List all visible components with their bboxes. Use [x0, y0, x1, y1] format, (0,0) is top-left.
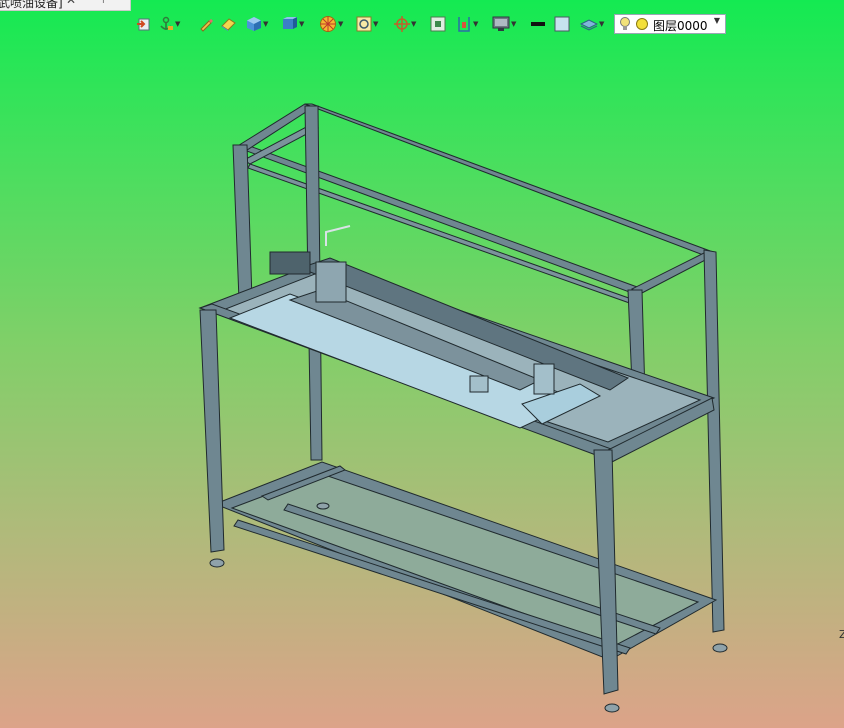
import-icon	[137, 18, 150, 31]
line-style-button[interactable]	[530, 12, 546, 36]
upright-back-right	[703, 249, 725, 633]
fill-color-icon	[554, 16, 570, 32]
layer-manager-dropdown[interactable]: ▼	[599, 20, 604, 28]
view-orientation-button[interactable]: ▼	[282, 12, 304, 36]
fit-view-icon	[430, 16, 446, 32]
foot-front-left	[209, 558, 225, 568]
zoom-window-icon	[356, 16, 372, 32]
rotate-origin-icon	[394, 16, 410, 32]
document-tab[interactable]: 武喷油设备] ✕ +	[0, 0, 131, 11]
measure-icon	[458, 17, 470, 32]
frame-assembly-model[interactable]	[0, 0, 844, 728]
eraser-icon	[221, 18, 236, 31]
section-view-dropdown[interactable]: ▼	[338, 20, 343, 28]
rotate-origin-button[interactable]: ▼	[394, 12, 416, 36]
cable-hook	[325, 225, 351, 246]
shaded-cube-button[interactable]: ▼	[246, 12, 268, 36]
view-orientation-dropdown[interactable]: ▼	[299, 20, 304, 28]
display-monitor-dropdown[interactable]: ▼	[511, 20, 516, 28]
spindle-housing	[315, 261, 347, 303]
view-orientation-icon	[283, 17, 297, 29]
anchor-tool-button[interactable]: ▼	[158, 12, 180, 36]
rotate-origin-dropdown[interactable]: ▼	[411, 20, 416, 28]
new-tab-icon[interactable]: +	[98, 0, 109, 7]
anchor-tool-dropdown[interactable]: ▼	[175, 20, 180, 28]
foot-front-right	[604, 703, 620, 713]
leg-front-left	[199, 309, 225, 553]
foot-back-right	[712, 643, 728, 653]
3d-viewport[interactable]: 武喷油设备] ✕ + ▼	[0, 0, 844, 728]
shaded-cube-dropdown[interactable]: ▼	[263, 20, 268, 28]
line-style-icon	[531, 22, 545, 26]
measure-button[interactable]: ▼	[456, 12, 478, 36]
display-monitor-button[interactable]: ▼	[492, 12, 516, 36]
layer-manager-icon	[580, 19, 598, 31]
zoom-window-button[interactable]: ▼	[356, 12, 378, 36]
anchor-tool-icon	[160, 16, 173, 30]
document-tab-title: 武喷油设备]	[0, 0, 63, 10]
motor	[269, 251, 311, 275]
fill-color-button[interactable]	[554, 12, 570, 36]
layer-selector[interactable]: 图层0000 ▼	[614, 14, 726, 34]
shaded-cube-icon	[247, 17, 261, 31]
end-block	[533, 363, 555, 395]
close-tab-icon[interactable]: ✕	[66, 0, 76, 7]
layer-selector-value: 图层0000	[653, 19, 708, 33]
lightbulb-icon	[620, 17, 630, 30]
zoom-window-dropdown[interactable]: ▼	[373, 20, 378, 28]
fit-view-button[interactable]	[430, 12, 446, 36]
carriage-block	[469, 375, 489, 393]
section-view-button[interactable]: ▼	[319, 12, 343, 36]
pencil-button[interactable]	[198, 12, 214, 36]
upper-frame-back-rail	[304, 103, 715, 257]
upper-frame-right-rail	[630, 251, 715, 295]
axis-edge-label: Z	[839, 628, 844, 641]
layer-selector-arrow[interactable]: ▼	[714, 16, 720, 25]
foot-back-left	[316, 502, 330, 510]
display-monitor-icon	[492, 16, 510, 31]
heads-up-toolbar: ▼ ▼ ▼ ▼ ▼ ▼ ▼ ▼ ▼ 图层0000 ▼	[130, 12, 730, 36]
layer-color-dot-icon	[636, 18, 648, 30]
import-button[interactable]	[136, 12, 152, 36]
section-view-icon	[320, 16, 336, 32]
eraser-button[interactable]	[220, 12, 236, 36]
layer-manager-button[interactable]: ▼	[580, 12, 604, 36]
pencil-icon	[200, 19, 213, 32]
measure-dropdown[interactable]: ▼	[473, 20, 478, 28]
